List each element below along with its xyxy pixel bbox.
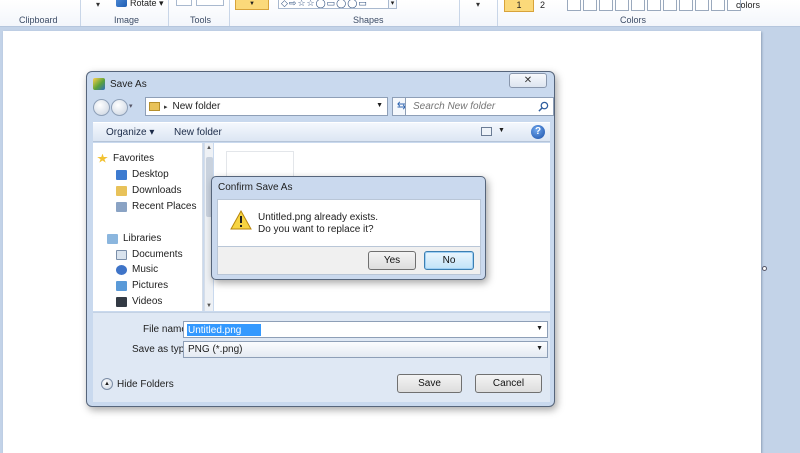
canvas-resize-handle[interactable] [762, 266, 767, 271]
group-label-image: Image [114, 15, 140, 25]
color-swatch[interactable] [631, 0, 645, 11]
save-as-titlebar: Save As [93, 76, 147, 92]
group-label-shapes: Shapes [353, 15, 384, 25]
color-swatch[interactable] [647, 0, 661, 11]
brushes-button[interactable]: ▼ [235, 0, 269, 10]
confirm-button-bar: Yes No [217, 247, 481, 275]
downloads-folder-icon [116, 185, 127, 196]
group-label-clipboard: Clipboard [19, 15, 58, 25]
save-as-type-select[interactable]: PNG (*.png) ▼ [183, 341, 548, 358]
scroll-down-icon[interactable]: ▼ [206, 303, 212, 309]
chevron-down-icon: ▼ [249, 1, 255, 7]
music-icon [116, 264, 127, 275]
paint-app-icon [93, 78, 105, 90]
star-icon [97, 153, 108, 163]
chevron-down-icon[interactable]: ▾ [476, 0, 480, 9]
dialog-title: Save As [110, 78, 147, 90]
chevron-down-icon[interactable]: ▼ [498, 127, 505, 134]
nav-item-videos[interactable]: Videos [116, 294, 162, 309]
new-folder-button[interactable]: New folder [174, 127, 222, 138]
no-button[interactable]: No [424, 251, 474, 270]
save-options-panel: File name: ▼ Save as type: PNG (*.png) ▼… [93, 312, 550, 402]
ribbon-separator [229, 0, 230, 26]
search-icon[interactable] [538, 101, 549, 112]
desktop-icon [116, 169, 127, 180]
command-bar: Organize ▾ New folder ▼ ? [93, 122, 550, 142]
breadcrumb-arrow-icon[interactable]: ▸ [164, 103, 168, 111]
confirm-message-line2: Do you want to replace it? [258, 224, 374, 235]
ribbon-separator [168, 0, 169, 26]
confirm-save-as-dialog: Confirm Save As Untitled.png already exi… [211, 176, 486, 280]
chevron-down-icon[interactable]: ▼ [376, 102, 383, 109]
scroll-up-icon[interactable]: ▲ [206, 145, 212, 151]
nav-item-downloads[interactable]: Downloads [116, 183, 181, 198]
breadcrumb-new-folder[interactable]: New folder [173, 101, 221, 112]
color-swatch[interactable] [695, 0, 709, 11]
organize-button[interactable]: Organize ▾ [106, 127, 154, 138]
yes-button[interactable]: Yes [368, 251, 416, 270]
recent-places-icon [116, 201, 127, 212]
file-name-input[interactable] [187, 324, 261, 336]
recent-locations-dropdown[interactable]: ▾ [129, 102, 133, 110]
ribbon-separator [459, 0, 460, 26]
file-name-combobox: ▼ [183, 321, 548, 338]
color1-button[interactable]: 1 [504, 0, 534, 12]
save-as-type-value: PNG (*.png) [188, 344, 243, 355]
back-button[interactable] [93, 99, 110, 116]
confirm-dialog-title: Confirm Save As [218, 182, 293, 193]
documents-icon [116, 249, 127, 260]
color-swatch[interactable] [679, 0, 693, 11]
pictures-icon [116, 280, 127, 291]
color-swatch[interactable] [567, 0, 581, 11]
ribbon-separator [80, 0, 81, 26]
shapes-more-button[interactable]: ▾ [388, 0, 397, 9]
rotate-icon [116, 0, 127, 7]
nav-item-documents[interactable]: Documents [116, 247, 183, 262]
magnifier-tool-icon[interactable] [196, 0, 224, 6]
folder-icon [149, 102, 160, 111]
color-swatch[interactable] [663, 0, 677, 11]
rotate-button[interactable]: Rotate ▾ [116, 0, 164, 9]
eraser-tool-icon[interactable] [176, 0, 192, 6]
shapes-gallery[interactable]: ◇⇨☆☆◯▭◯◯▭ [278, 0, 390, 9]
group-label-colors: Colors [620, 15, 647, 25]
edit-colors-button[interactable]: colors [736, 0, 760, 10]
help-icon[interactable]: ? [531, 125, 545, 139]
navigation-pane: Favorites Desktop Downloads Recent Place… [93, 143, 203, 311]
warning-icon [230, 210, 252, 230]
search-box [405, 97, 554, 116]
videos-icon [116, 296, 127, 307]
chevron-down-icon[interactable]: ▾ [96, 0, 100, 9]
address-row: ▾ ▸ New folder ▼ ⇆ [93, 96, 554, 118]
nav-item-recent-places[interactable]: Recent Places [116, 199, 196, 214]
confirm-message-line1: Untitled.png already exists. [258, 212, 379, 223]
color-swatch[interactable] [599, 0, 613, 11]
color-swatch[interactable] [711, 0, 725, 11]
color-palette [567, 0, 743, 11]
color-swatch[interactable] [615, 0, 629, 11]
libraries-icon [107, 233, 118, 244]
nav-item-favorites[interactable]: Favorites [97, 151, 154, 166]
address-bar[interactable]: ▸ New folder ▼ [145, 97, 388, 116]
nav-item-music[interactable]: Music [116, 262, 158, 277]
hide-folders-button[interactable]: ▲ Hide Folders [101, 378, 174, 390]
confirm-message-area: Untitled.png already exists. Do you want… [217, 199, 481, 247]
paint-ribbon: Clipboard ▾ Rotate ▾ Image Tools ▼ ◇⇨☆☆◯… [0, 0, 800, 27]
nav-item-pictures[interactable]: Pictures [116, 278, 168, 293]
close-button[interactable]: ✕ [509, 73, 547, 88]
search-input[interactable] [411, 100, 531, 113]
nav-item-desktop[interactable]: Desktop [116, 167, 169, 182]
view-options-icon[interactable] [481, 127, 492, 136]
color-swatch[interactable] [583, 0, 597, 11]
color2-button[interactable]: 2 [540, 0, 545, 10]
chevron-down-icon: ▼ [536, 345, 543, 352]
cancel-button[interactable]: Cancel [475, 374, 542, 393]
forward-button[interactable] [111, 99, 128, 116]
nav-item-libraries[interactable]: Libraries [107, 231, 161, 246]
chevron-up-icon: ▲ [101, 378, 113, 390]
ribbon-separator [497, 0, 498, 26]
group-label-tools: Tools [190, 15, 212, 25]
save-button[interactable]: Save [397, 374, 462, 393]
chevron-down-icon[interactable]: ▼ [536, 325, 543, 332]
